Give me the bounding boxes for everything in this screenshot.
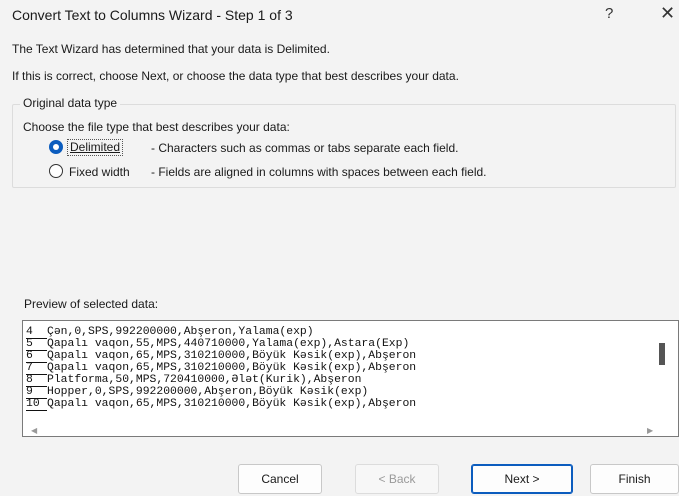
row-text: Çən,0,SPS,992200000,Abşeron,Yalama(exp) xyxy=(47,326,314,338)
row-number: 10 xyxy=(26,398,47,411)
fixed-width-description: - Fields are aligned in columns with spa… xyxy=(151,165,487,179)
data-preview-box[interactable]: 4 Çən,0,SPS,992200000,Abşeron,Yalama(exp)… xyxy=(22,320,679,437)
preview-row: 5 Qapalı vaqon,55,MPS,440710000,Yalama(ex… xyxy=(26,338,410,351)
row-text: Qapalı vaqon,55,MPS,440710000,Yalama(exp… xyxy=(47,338,410,350)
next-button[interactable]: Next > xyxy=(471,464,573,494)
preview-row: 10 Qapalı vaqon,65,MPS,310210000,Böyük Kə… xyxy=(26,398,417,411)
row-text: Qapalı vaqon,65,MPS,310210000,Böyük Kəsi… xyxy=(47,362,417,374)
window-title: Convert Text to Columns Wizard - Step 1 … xyxy=(12,7,293,23)
intro-line-1: The Text Wizard has determined that your… xyxy=(12,42,330,56)
scroll-left-arrow-icon[interactable]: ◀ xyxy=(31,426,37,435)
title-bar: Convert Text to Columns Wizard - Step 1 … xyxy=(0,0,679,32)
preview-row: 8 Platforma,50,MPS,720410000,Ələt(Kurik),… xyxy=(26,374,362,387)
delimited-radio[interactable] xyxy=(49,140,63,154)
intro-line-2: If this is correct, choose Next, or choo… xyxy=(12,69,459,83)
row-text: Qapalı vaqon,65,MPS,310210000,Böyük Kəsi… xyxy=(47,350,417,362)
preview-row: 4 Çən,0,SPS,992200000,Abşeron,Yalama(exp) xyxy=(26,326,314,339)
cancel-button[interactable]: Cancel xyxy=(238,464,322,494)
row-text: Hopper,0,SPS,992200000,Abşeron,Böyük Kəs… xyxy=(47,386,369,398)
fixed-width-label[interactable]: Fixed width xyxy=(69,165,130,179)
preview-label: Preview of selected data: xyxy=(24,297,159,311)
close-button[interactable]: ✕ xyxy=(660,3,675,24)
fixed-width-radio[interactable] xyxy=(49,164,63,178)
preview-row: 6 Qapalı vaqon,65,MPS,310210000,Böyük Kəs… xyxy=(26,350,417,363)
back-button[interactable]: < Back xyxy=(355,464,439,494)
delimited-label-text: Delimited xyxy=(70,140,121,154)
group-legend: Original data type xyxy=(20,96,121,110)
preview-row: 7 Qapalı vaqon,65,MPS,310210000,Böyük Kəs… xyxy=(26,362,417,375)
preview-row: 9 Hopper,0,SPS,992200000,Abşeron,Böyük Kə… xyxy=(26,386,369,399)
vertical-scrollbar-thumb[interactable] xyxy=(659,343,665,365)
delimited-label[interactable]: Delimited xyxy=(67,139,124,156)
help-button[interactable]: ? xyxy=(605,5,613,22)
scroll-right-arrow-icon[interactable]: ▶ xyxy=(647,426,653,435)
row-text: Platforma,50,MPS,720410000,Ələt(Kurik),A… xyxy=(47,374,362,386)
finish-button[interactable]: Finish xyxy=(590,464,679,494)
delimited-description: - Characters such as commas or tabs sepa… xyxy=(151,141,459,155)
file-type-prompt: Choose the file type that best describes… xyxy=(23,120,290,134)
row-text: Qapalı vaqon,65,MPS,310210000,Böyük Kəsi… xyxy=(47,398,417,410)
